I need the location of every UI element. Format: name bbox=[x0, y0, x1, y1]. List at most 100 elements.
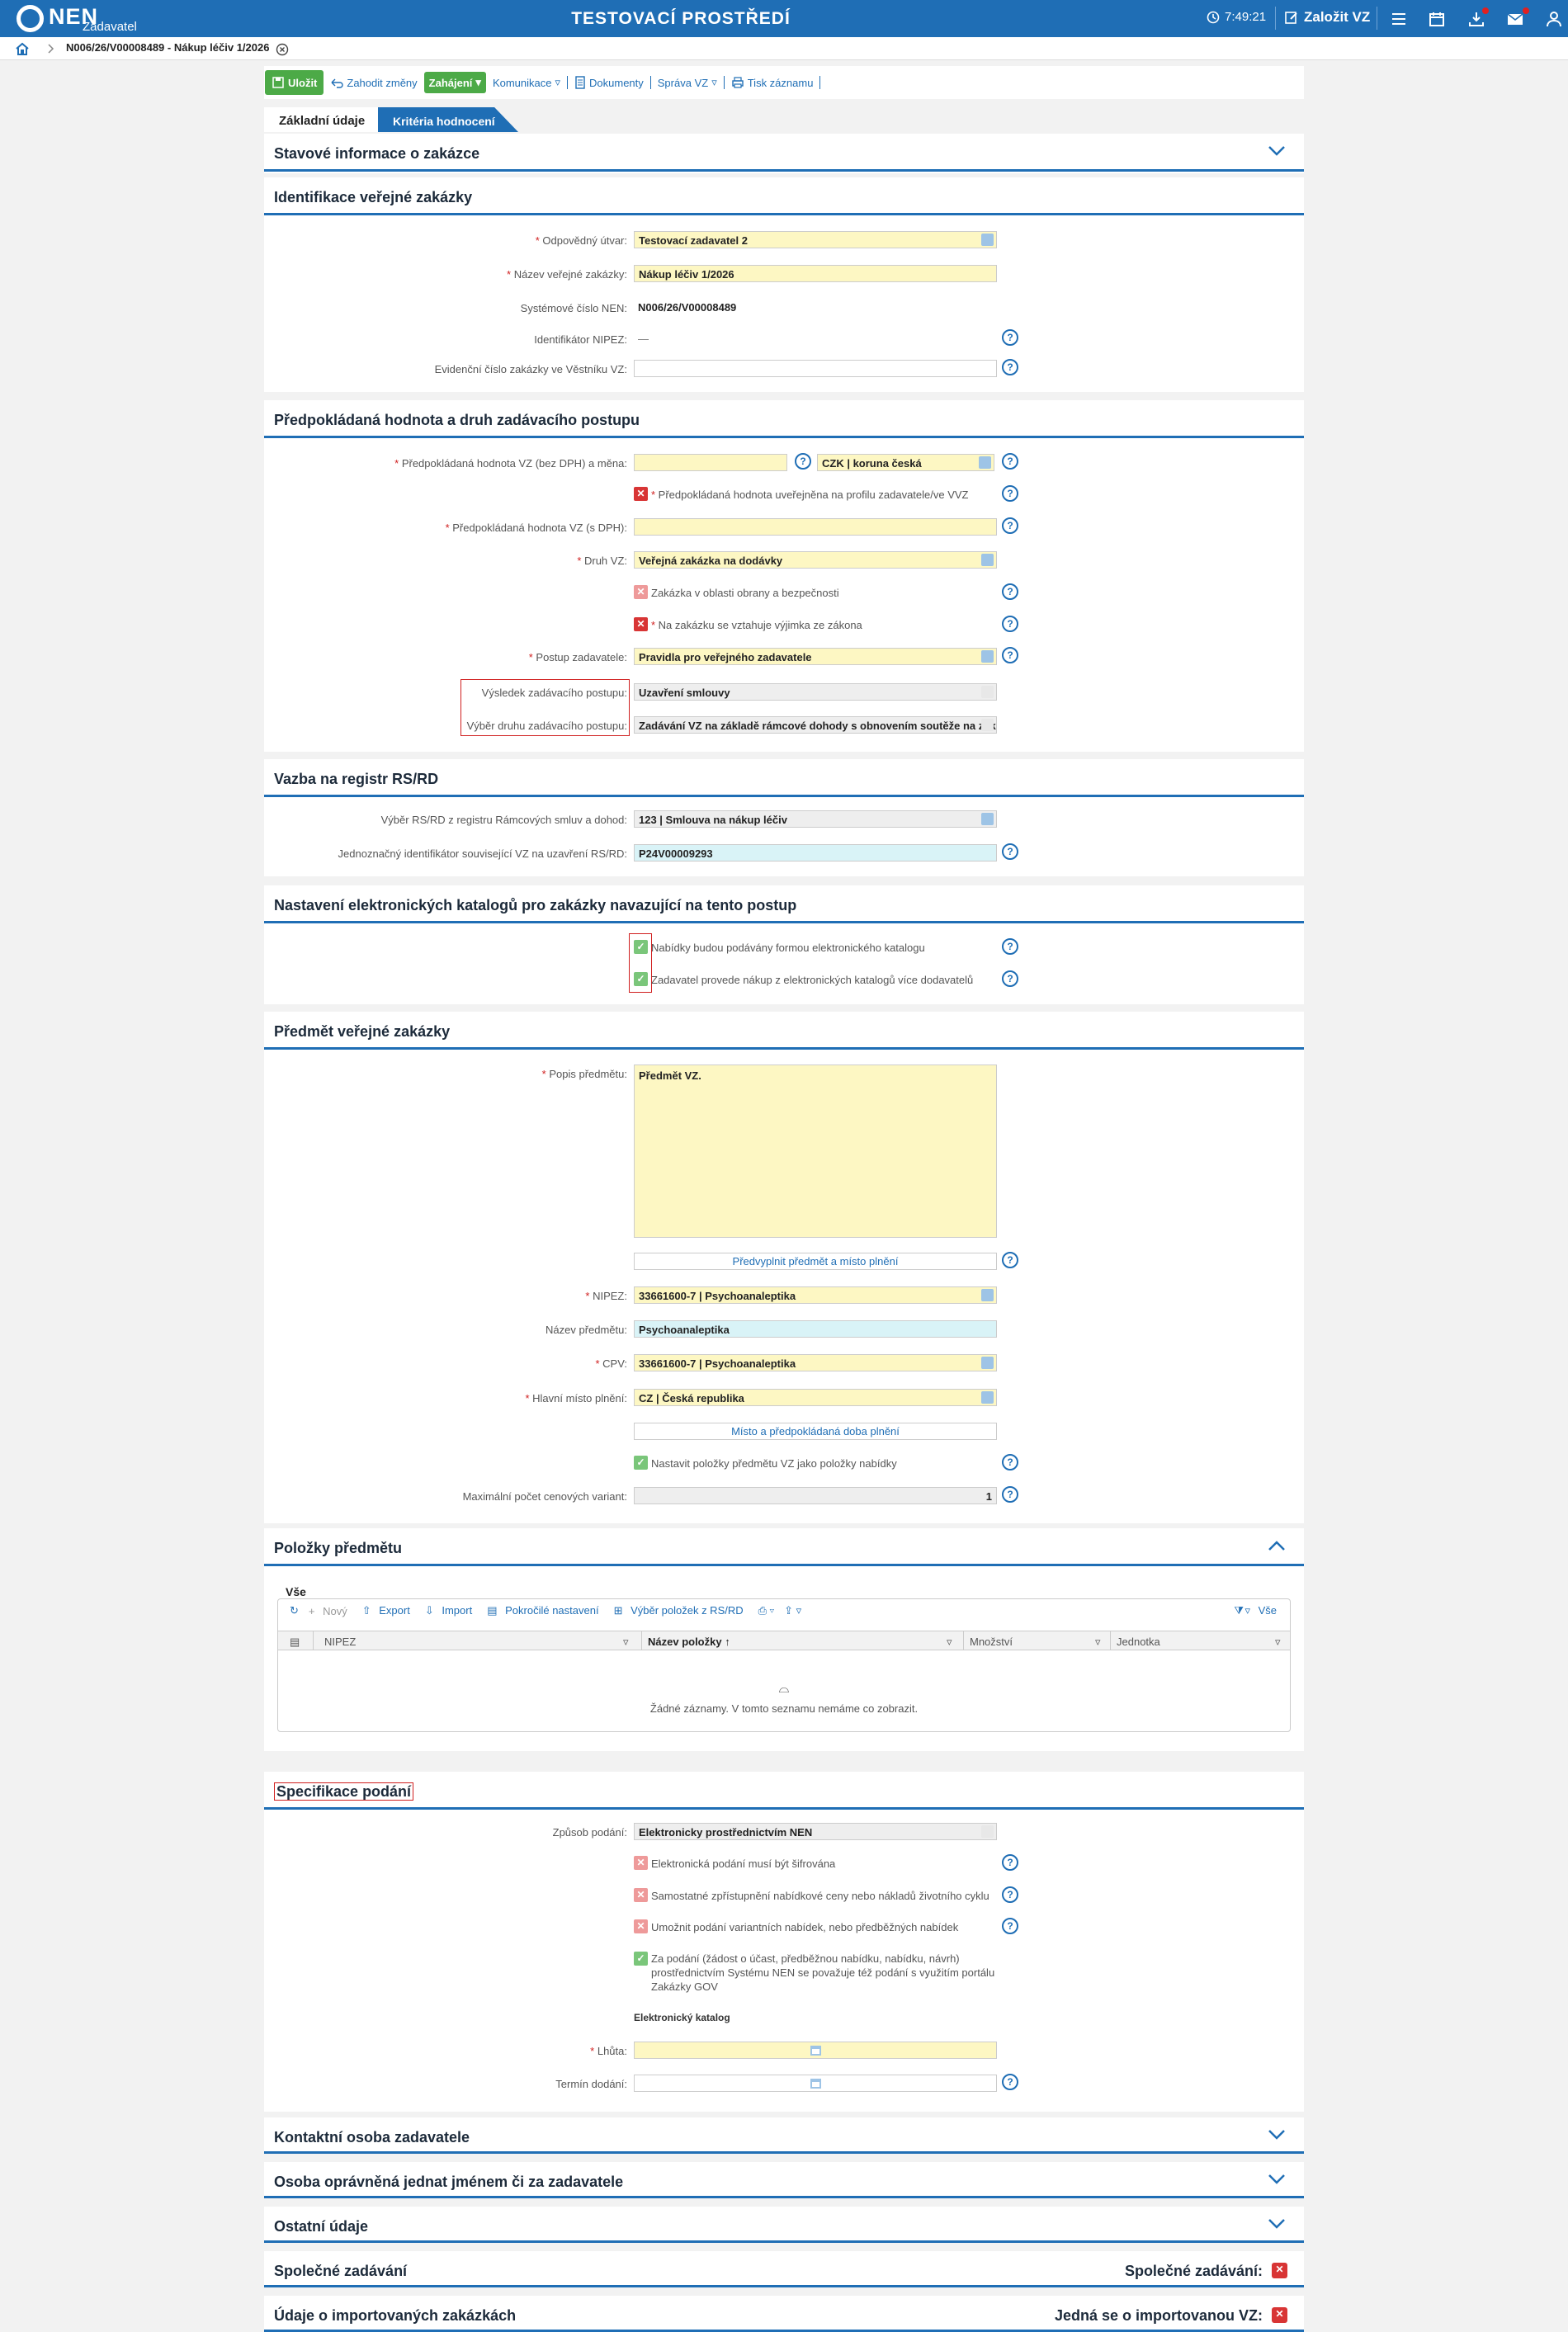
place-period-button[interactable]: Místo a předpokládaná doba plnění bbox=[634, 1423, 997, 1440]
help-icon[interactable]: ? bbox=[1002, 1252, 1018, 1268]
joint-section-header[interactable]: Společné zadávání Společné zadávání: ✕ bbox=[264, 2251, 1304, 2287]
documents-button[interactable]: Dokumenty bbox=[568, 73, 650, 92]
chevron-down-icon[interactable] bbox=[1268, 145, 1286, 157]
help-icon[interactable]: ? bbox=[1002, 329, 1018, 346]
print-menu-icon[interactable]: ⎙ ▿ bbox=[753, 1604, 779, 1617]
items-tab-all[interactable]: Vše bbox=[276, 1582, 338, 1600]
discard-changes-button[interactable]: Zahodit změny bbox=[324, 73, 423, 92]
tab-basic-info[interactable]: Základní údaje bbox=[264, 107, 378, 132]
calendar-icon[interactable] bbox=[810, 2077, 822, 2089]
currency-select[interactable]: CZK | koruna česká bbox=[817, 454, 994, 471]
chevron-down-icon[interactable]: ▿ bbox=[623, 1636, 629, 1649]
contact-section-header[interactable]: Kontaktní osoba zadavatele bbox=[264, 2117, 1304, 2154]
imported-section-header[interactable]: Údaje o importovaných zakázkách Jedná se… bbox=[264, 2296, 1304, 2332]
save-button[interactable]: Uložit bbox=[265, 70, 324, 95]
published-checkbox[interactable]: ✕ bbox=[634, 487, 648, 501]
catalog-offers-checkbox[interactable]: ✓ bbox=[634, 940, 648, 954]
variants-checkbox[interactable]: ✕ bbox=[634, 1919, 648, 1933]
description-textarea[interactable]: Předmět VZ. bbox=[634, 1065, 997, 1238]
kind-select[interactable]: Zadávání VZ na základě rámcové dohody s … bbox=[634, 716, 997, 734]
status-section-header[interactable]: Stavové informace o zakázce bbox=[264, 134, 1304, 172]
authorized-section-header[interactable]: Osoba oprávněná jednat jménem či za zada… bbox=[264, 2162, 1304, 2198]
chevron-down-icon[interactable]: ▿ bbox=[947, 1636, 952, 1649]
advanced-settings-button[interactable]: ▤ Pokročilé nastavení bbox=[482, 1604, 608, 1617]
col-unit[interactable]: Jednotka bbox=[1117, 1636, 1160, 1648]
print-button[interactable]: Tisk záznamu bbox=[725, 73, 820, 92]
calendar-icon[interactable] bbox=[810, 2044, 822, 2056]
chevron-up-icon[interactable] bbox=[1268, 1540, 1286, 1551]
help-icon[interactable]: ? bbox=[1002, 1486, 1018, 1503]
place-select[interactable]: CZ | Česká republika bbox=[634, 1389, 997, 1406]
help-icon[interactable]: ? bbox=[1002, 616, 1018, 632]
chevron-down-icon[interactable] bbox=[1268, 2129, 1286, 2141]
separate-checkbox[interactable]: ✕ bbox=[634, 1888, 648, 1902]
set-items-checkbox[interactable]: ✓ bbox=[634, 1456, 648, 1470]
user-icon[interactable] bbox=[1545, 10, 1563, 28]
catalog-purchase-checkbox[interactable]: ✓ bbox=[634, 972, 648, 986]
calendar-icon[interactable] bbox=[1428, 10, 1446, 28]
col-nipez[interactable]: NIPEZ bbox=[324, 1636, 356, 1648]
chevron-down-icon[interactable]: ▿ bbox=[1275, 1636, 1281, 1649]
vat-input[interactable] bbox=[634, 518, 997, 536]
chevron-down-icon[interactable] bbox=[1268, 2218, 1286, 2230]
name-input[interactable]: Nákup léčiv 1/2026 bbox=[634, 265, 997, 282]
col-quantity[interactable]: Množství bbox=[970, 1636, 1013, 1648]
help-icon[interactable]: ? bbox=[1002, 938, 1018, 955]
breadcrumb-current[interactable]: N006/26/V00008489 - Nákup léčiv 1/2026 bbox=[66, 41, 269, 54]
import-button[interactable]: ⇩ Import bbox=[420, 1604, 482, 1617]
help-icon[interactable]: ? bbox=[1002, 1854, 1018, 1871]
all-filter-menu[interactable]: ▿ Vše bbox=[1240, 1604, 1287, 1617]
registry-select[interactable]: 123 | Smlouva na nákup léčiv bbox=[634, 810, 997, 828]
share-menu-icon[interactable]: ⇪ ▿ bbox=[779, 1604, 806, 1617]
chevron-down-icon[interactable]: ▿ bbox=[1095, 1636, 1101, 1649]
help-icon[interactable]: ? bbox=[1002, 843, 1018, 860]
mode-select[interactable]: Elektronicky prostřednictvím NEN bbox=[634, 1823, 997, 1840]
nipez-select[interactable]: 33661600-7 | Psychoanaleptika bbox=[634, 1286, 997, 1304]
exception-checkbox[interactable]: ✕ bbox=[634, 617, 648, 631]
help-icon[interactable]: ? bbox=[1002, 359, 1018, 375]
deadline-input[interactable] bbox=[634, 2042, 997, 2059]
delivery-input[interactable] bbox=[634, 2075, 997, 2092]
unit-select[interactable]: Testovací zadavatel 2 bbox=[634, 231, 997, 248]
chevron-down-icon[interactable] bbox=[1268, 2174, 1286, 2185]
help-icon[interactable]: ? bbox=[1002, 970, 1018, 987]
help-icon[interactable]: ? bbox=[1002, 1886, 1018, 1903]
max-variants-input[interactable]: 1 bbox=[634, 1487, 997, 1504]
grid-select-icon[interactable]: ▤ bbox=[290, 1636, 300, 1649]
help-icon[interactable]: ? bbox=[795, 453, 811, 470]
bulletin-input[interactable] bbox=[634, 360, 997, 377]
type-select[interactable]: Veřejná zakázka na dodávky bbox=[634, 551, 997, 569]
prefill-button[interactable]: Předvyplnit předmět a místo plnění bbox=[634, 1253, 997, 1270]
defense-checkbox[interactable]: ✕ bbox=[634, 585, 648, 599]
export-button[interactable]: ⇧ Export bbox=[357, 1604, 420, 1617]
help-icon[interactable]: ? bbox=[1002, 647, 1018, 663]
items-section-header[interactable]: Položky předmětu bbox=[264, 1528, 1304, 1566]
help-icon[interactable]: ? bbox=[1002, 1918, 1018, 1934]
new-item-button[interactable]: + Nový bbox=[304, 1605, 357, 1617]
start-menu-button[interactable]: Zahájení ▾ bbox=[423, 72, 486, 93]
refresh-icon[interactable]: ↻ bbox=[285, 1604, 304, 1617]
help-icon[interactable]: ? bbox=[1002, 485, 1018, 502]
help-icon[interactable]: ? bbox=[1002, 2074, 1018, 2090]
encrypted-checkbox[interactable]: ✕ bbox=[634, 1856, 648, 1870]
est-value-input[interactable] bbox=[634, 454, 787, 471]
help-icon[interactable]: ? bbox=[1002, 517, 1018, 534]
procedure-select[interactable]: Pravidla pro veřejného zadavatele bbox=[634, 648, 997, 665]
pick-items-button[interactable]: ⊞ Výběr položek z RS/RD bbox=[609, 1604, 753, 1617]
create-vz-button[interactable]: Založit VZ bbox=[1284, 9, 1370, 26]
col-item-name[interactable]: Název položky ↑ bbox=[648, 1636, 730, 1648]
other-section-header[interactable]: Ostatní údaje bbox=[264, 2207, 1304, 2243]
help-icon[interactable]: ? bbox=[1002, 583, 1018, 600]
help-icon[interactable]: ? bbox=[1002, 1454, 1018, 1470]
tab-evaluation-criteria[interactable]: Kritéria hodnocení bbox=[378, 107, 518, 132]
mail-icon[interactable] bbox=[1506, 10, 1524, 28]
help-icon[interactable]: ? bbox=[1002, 453, 1018, 470]
cpv-select[interactable]: 33661600-7 | Psychoanaleptika bbox=[634, 1354, 997, 1371]
gov-checkbox[interactable]: ✓ bbox=[634, 1952, 648, 1966]
result-select[interactable]: Uzavření smlouvy bbox=[634, 683, 997, 701]
close-circle-icon[interactable] bbox=[276, 43, 289, 56]
manage-vz-menu[interactable]: Správa VZ ▿ bbox=[651, 73, 724, 92]
menu-icon[interactable] bbox=[1390, 10, 1408, 28]
communication-menu[interactable]: Komunikace ▿ bbox=[486, 73, 567, 92]
home-icon[interactable] bbox=[15, 41, 30, 56]
